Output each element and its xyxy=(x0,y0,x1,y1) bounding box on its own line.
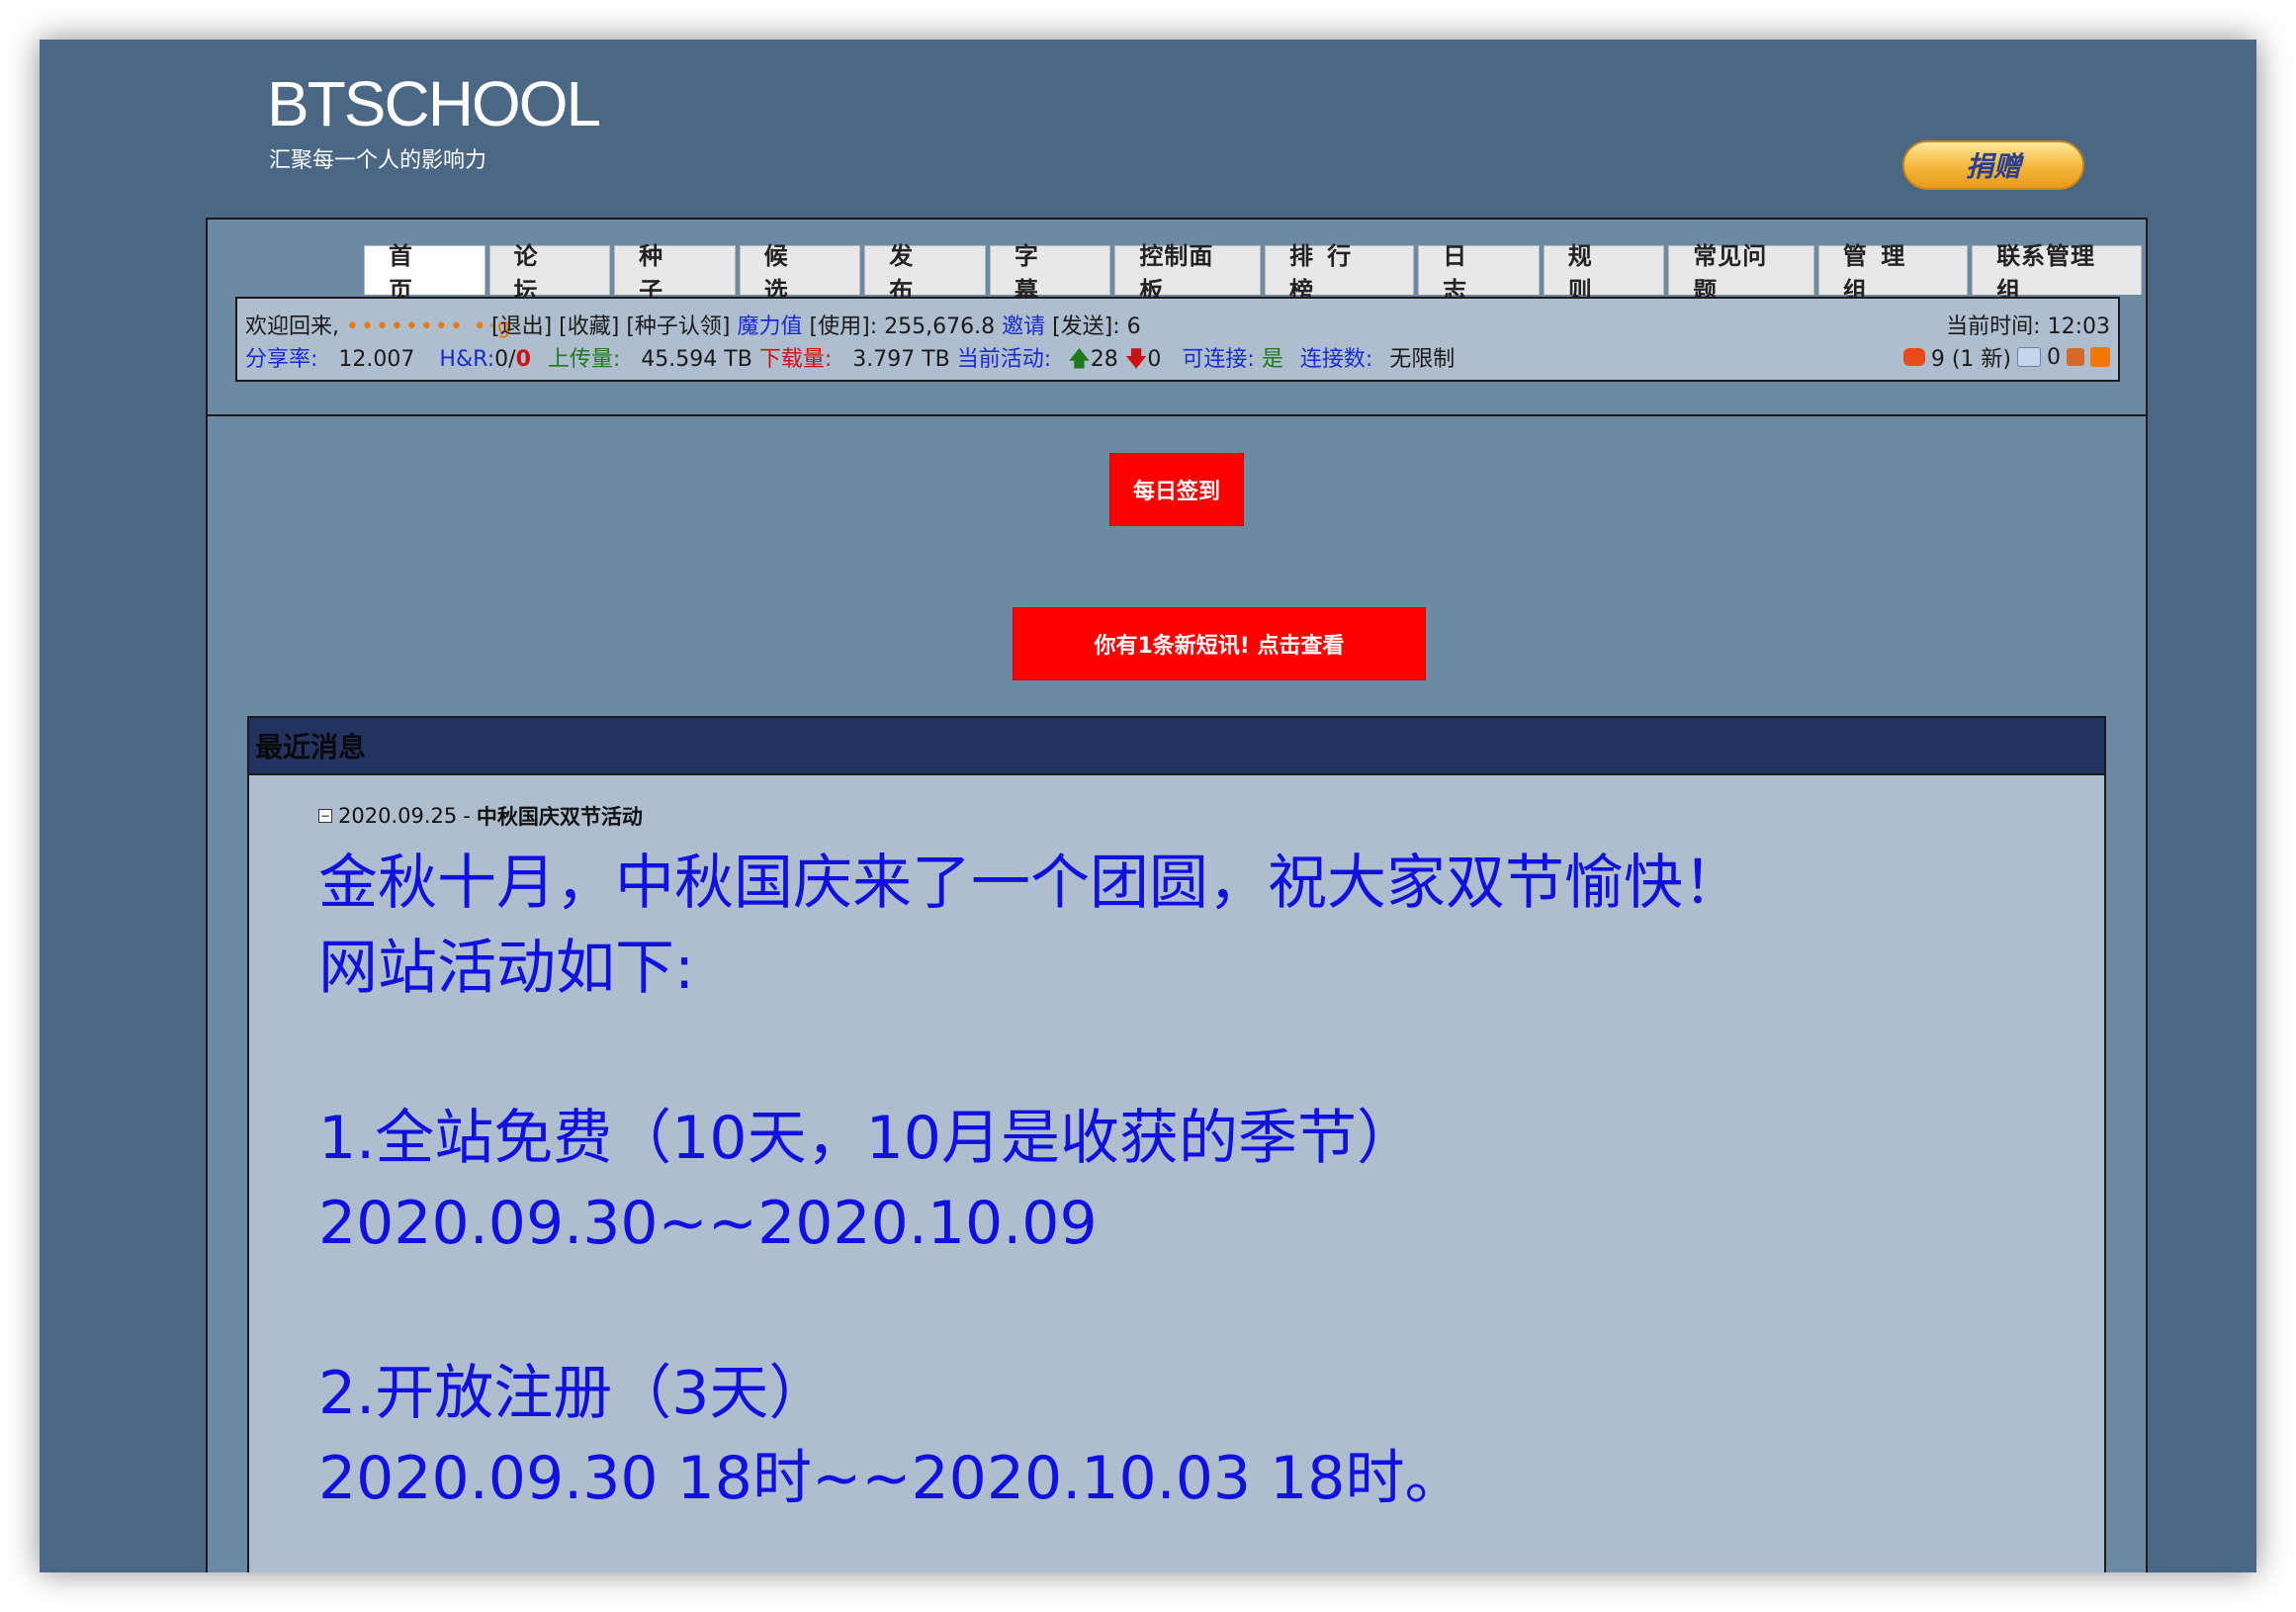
tab-rankings[interactable]: 排 行 榜 xyxy=(1264,242,1415,305)
news-content: 金秋十月，中秋国庆来了一个团圆，祝大家双节愉快！ 网站活动如下: 1.全站免费（… xyxy=(318,841,2059,1521)
collapse-icon[interactable]: − xyxy=(318,809,332,823)
claim-link[interactable]: [种子认领] xyxy=(626,314,730,339)
rss-icon[interactable] xyxy=(2090,347,2110,367)
ratio-label: 分享率: xyxy=(245,347,318,372)
news-line: 2.开放注册（3天） xyxy=(318,1359,829,1428)
bonus-link[interactable]: 魔力值 xyxy=(738,314,803,339)
message-info: 9 (1 新) 0 xyxy=(1902,341,2110,373)
site-slogan: 汇聚每一个人的影响力 xyxy=(269,148,487,173)
upload-label: 上传量: xyxy=(547,347,621,372)
download-value: 3.797 TB xyxy=(852,347,950,372)
news-line: 网站活动如下: xyxy=(318,934,695,1003)
daily-checkin-button[interactable]: 每日签到 xyxy=(1109,453,1244,526)
friends-count: 0 xyxy=(2047,344,2061,370)
leeching-arrow-icon: 🡇 xyxy=(1124,347,1148,372)
time-label: 当前时间: xyxy=(1946,314,2041,339)
sent-messages-icon[interactable] xyxy=(2017,347,2041,367)
current-time: 当前时间: 12:03 xyxy=(1946,309,2110,340)
news-title[interactable]: 中秋国庆双节活动 xyxy=(477,801,643,831)
site-logo[interactable]: BTSCHOOL xyxy=(267,67,601,140)
news-line: 2020.09.30 18时~~2020.10.03 18时。 xyxy=(318,1444,1464,1513)
browser-window: BTSCHOOL 汇聚每一个人的影响力 捐赠 首 页 论 坛 种 子 候 选 发… xyxy=(40,40,2256,1572)
upload-value: 45.594 TB xyxy=(641,347,752,372)
header-strip: 首 页 论 坛 种 子 候 选 发 布 字 幕 控制面板 排 行 榜 日 志 规… xyxy=(208,220,2146,416)
inbox-count[interactable]: 9 (1 新) xyxy=(1931,341,2011,373)
news-line xyxy=(318,1266,2059,1351)
connectable-value: 是 xyxy=(1261,347,1283,372)
tab-upload[interactable]: 发 布 xyxy=(864,242,986,305)
user-info-row-1: 欢迎回来, •••••••• •·g [退出] [收藏] [种子认领] 魔力值 … xyxy=(245,309,1141,340)
user-info-row-2: 分享率: 12.007 H&R:0/0 上传量: 45.594 TB 下载量: … xyxy=(245,341,1455,380)
seeding-arrow-icon: 🡅 xyxy=(1068,347,1091,372)
connections-label: 连接数: xyxy=(1299,347,1373,372)
download-label: 下载量: xyxy=(758,347,833,372)
news-date: 2020.09.25 xyxy=(338,804,458,828)
user-info-panel: 欢迎回来, •••••••• •·g [退出] [收藏] [种子认领] 魔力值 … xyxy=(235,297,2120,382)
leeching-count[interactable]: 0 xyxy=(1147,347,1161,372)
ratio-value: 12.007 xyxy=(338,347,415,372)
main-nav: 首 页 论 坛 种 子 候 选 发 布 字 幕 控制面板 排 行 榜 日 志 规… xyxy=(364,242,2146,305)
new-message-button[interactable]: 你有1条新短讯! 点击查看 xyxy=(1013,607,1426,680)
bonus-value[interactable]: [使用]: 255,676.8 xyxy=(810,314,996,339)
connections-value: 无限制 xyxy=(1389,347,1456,372)
news-line: 金秋十月，中秋国庆来了一个团圆，祝大家双节愉快！ xyxy=(318,849,1742,918)
tab-rules[interactable]: 规 则 xyxy=(1543,242,1665,305)
tab-subtitles[interactable]: 字 幕 xyxy=(989,242,1111,305)
username-link[interactable]: •••••••• •·g xyxy=(346,314,511,339)
welcome-text: 欢迎回来, xyxy=(245,314,339,339)
time-value: 12:03 xyxy=(2047,314,2110,339)
tab-contact-staff[interactable]: 联系管理组 xyxy=(1972,242,2143,305)
news-section: − 2020.09.25 - 中秋国庆双节活动 金秋十月，中秋国庆来了一个团圆，… xyxy=(247,773,2106,1572)
inbox-icon[interactable] xyxy=(1902,348,1925,366)
tab-control-panel[interactable]: 控制面板 xyxy=(1114,242,1261,305)
tab-candidates[interactable]: 候 选 xyxy=(739,242,861,305)
tab-faq[interactable]: 常见问题 xyxy=(1668,242,1814,305)
connectable-label: 可连接: xyxy=(1182,347,1255,372)
tab-log[interactable]: 日 志 xyxy=(1418,242,1540,305)
friends-icon[interactable] xyxy=(2067,348,2084,366)
tab-staff[interactable]: 管 理 组 xyxy=(1817,242,1969,305)
news-separator: - xyxy=(463,804,471,828)
main-frame: 首 页 论 坛 种 子 候 选 发 布 字 幕 控制面板 排 行 榜 日 志 规… xyxy=(206,218,2148,1572)
seeding-count[interactable]: 28 xyxy=(1091,347,1118,372)
tab-forum[interactable]: 论 坛 xyxy=(488,242,611,305)
tab-torrents[interactable]: 种 子 xyxy=(614,242,736,305)
hr-value-a: 0/ xyxy=(494,347,516,372)
tab-home[interactable]: 首 页 xyxy=(364,242,486,305)
news-line: 1.全站免费（10天，10月是收获的季节） xyxy=(318,1104,1416,1173)
news-line xyxy=(318,1011,2059,1096)
invite-value[interactable]: [发送]: 6 xyxy=(1052,314,1141,339)
active-label: 当前活动: xyxy=(956,347,1052,372)
donate-button[interactable]: 捐赠 xyxy=(1902,140,2084,190)
hr-label[interactable]: H&R: xyxy=(439,347,494,372)
logout-link[interactable]: [退出] xyxy=(491,314,552,339)
favorites-link[interactable]: [收藏] xyxy=(559,314,619,339)
invite-link[interactable]: 邀请 xyxy=(1002,314,1045,339)
hr-value-b: 0 xyxy=(515,347,531,372)
news-section-header: 最近消息 xyxy=(247,716,2106,773)
news-line: 2020.09.30~~2020.10.09 xyxy=(318,1189,1098,1258)
news-meta: − 2020.09.25 - 中秋国庆双节活动 xyxy=(318,801,643,831)
